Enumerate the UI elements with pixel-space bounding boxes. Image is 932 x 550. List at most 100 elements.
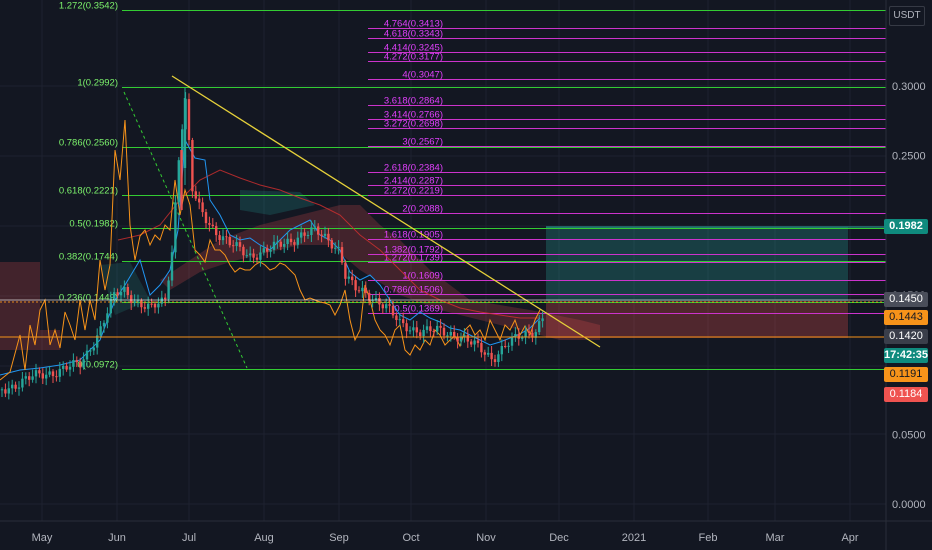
candle-body bbox=[453, 332, 456, 337]
candle-body bbox=[167, 280, 170, 300]
candle-body bbox=[415, 327, 418, 333]
candle-body bbox=[504, 346, 507, 347]
month-label-apr: Apr bbox=[841, 532, 858, 544]
fib-extension-label-13: 1.618(0.1905) bbox=[384, 230, 443, 241]
candle-body bbox=[245, 255, 248, 257]
month-label-dec: Dec bbox=[549, 532, 569, 544]
candle-body bbox=[368, 292, 371, 301]
candle-body bbox=[283, 244, 286, 247]
candle-body bbox=[174, 202, 177, 253]
price-tag-0: 0.1982 bbox=[884, 219, 928, 234]
fib-extension-label-15: 1.272(0.1739) bbox=[384, 253, 443, 264]
candle-body bbox=[323, 233, 327, 236]
candle-body bbox=[14, 384, 17, 389]
price-tick-4: 0.0000 bbox=[892, 499, 926, 511]
candle-body bbox=[45, 374, 48, 379]
candle-body bbox=[269, 250, 272, 252]
candle-body bbox=[500, 346, 503, 355]
candle-body bbox=[221, 236, 225, 241]
candle-body bbox=[41, 373, 44, 379]
candle-body bbox=[48, 371, 51, 375]
candle-body bbox=[527, 331, 531, 334]
candle-body bbox=[211, 224, 214, 227]
candle-body bbox=[405, 323, 408, 332]
candle-body bbox=[442, 327, 446, 336]
candle-body bbox=[228, 237, 231, 246]
fib-retracement-label-5: 0.382(0.1744) bbox=[59, 252, 118, 263]
fib-extension-label-11: 2.272(0.2219) bbox=[384, 186, 443, 197]
candle-body bbox=[279, 241, 282, 247]
fib-retracement-label-2: 0.786(0.2560) bbox=[59, 138, 118, 149]
candle-body bbox=[17, 387, 21, 389]
candle-body bbox=[306, 235, 310, 236]
candle-body bbox=[198, 198, 201, 203]
candle-body bbox=[259, 252, 262, 260]
month-label-mar: Mar bbox=[766, 532, 785, 544]
candle-body bbox=[191, 140, 194, 192]
candle-body bbox=[388, 304, 391, 306]
fib-extension-label-16: 1(0.1609) bbox=[402, 271, 443, 282]
candle-body bbox=[408, 330, 412, 332]
candle-body bbox=[183, 98, 187, 168]
candle-body bbox=[272, 241, 276, 250]
candle-body bbox=[187, 99, 191, 140]
candle-body bbox=[330, 240, 333, 249]
candle-body bbox=[538, 321, 541, 333]
candle-body bbox=[79, 362, 82, 368]
candle-body bbox=[402, 319, 405, 324]
candle-body bbox=[99, 326, 102, 336]
candle-body bbox=[119, 291, 123, 296]
candle-body bbox=[286, 238, 289, 244]
price-tag-2: 0.1443 bbox=[884, 310, 928, 325]
fib-retracement-label-0: 1.272(0.3542) bbox=[59, 1, 118, 12]
candle-body bbox=[361, 287, 364, 292]
candle-body bbox=[116, 292, 119, 296]
candle-body bbox=[354, 280, 357, 291]
month-label-feb: Feb bbox=[699, 532, 718, 544]
candle-body bbox=[55, 376, 58, 378]
candle-body bbox=[204, 212, 208, 224]
candle-body bbox=[249, 253, 252, 256]
candle-body bbox=[21, 378, 24, 388]
candle-body bbox=[102, 322, 106, 327]
candle-body bbox=[446, 335, 449, 337]
currency-selector[interactable]: USDT bbox=[889, 6, 925, 26]
candle-body bbox=[293, 242, 296, 245]
candle-body bbox=[262, 248, 265, 253]
candle-body bbox=[232, 245, 235, 247]
candle-body bbox=[89, 350, 92, 352]
candle-body bbox=[340, 247, 344, 263]
price-chart[interactable]: 1.272(0.3542) 1(0.2992) 0.786(0.2560) 0.618… bbox=[0, 0, 932, 550]
candle-body bbox=[459, 337, 463, 342]
month-label-jun: Jun bbox=[108, 532, 126, 544]
candle-body bbox=[320, 234, 323, 236]
candle-body bbox=[62, 365, 65, 369]
fib-extension-label-12: 2(0.2088) bbox=[402, 204, 443, 215]
candle-body bbox=[493, 359, 497, 362]
candle-body bbox=[11, 384, 14, 389]
candle-body bbox=[65, 365, 68, 370]
candle-body bbox=[487, 352, 490, 355]
candle-body bbox=[242, 246, 245, 256]
candle-body bbox=[123, 287, 126, 292]
candle-body bbox=[31, 376, 34, 380]
candle-body bbox=[490, 352, 493, 360]
candle-body bbox=[51, 371, 55, 377]
candle-body bbox=[201, 202, 204, 213]
candle-body bbox=[58, 368, 61, 377]
candle-body bbox=[364, 287, 367, 293]
candle-body bbox=[85, 350, 89, 360]
candle-body bbox=[276, 241, 279, 243]
candle-body bbox=[521, 337, 524, 339]
candle-body bbox=[347, 276, 350, 279]
candle-body bbox=[160, 297, 163, 304]
fib-extension-label-8: 3(0.2567) bbox=[402, 137, 443, 148]
candle-body bbox=[82, 359, 85, 368]
candle-body bbox=[28, 376, 31, 380]
month-label-aug: Aug bbox=[254, 532, 274, 544]
fib-extension-label-7: 3.272(0.2698) bbox=[384, 119, 443, 130]
price-tag-5: 0.1191 bbox=[884, 367, 928, 382]
candle-body bbox=[391, 305, 395, 316]
candle-body bbox=[385, 304, 388, 309]
candle-body bbox=[225, 236, 228, 238]
